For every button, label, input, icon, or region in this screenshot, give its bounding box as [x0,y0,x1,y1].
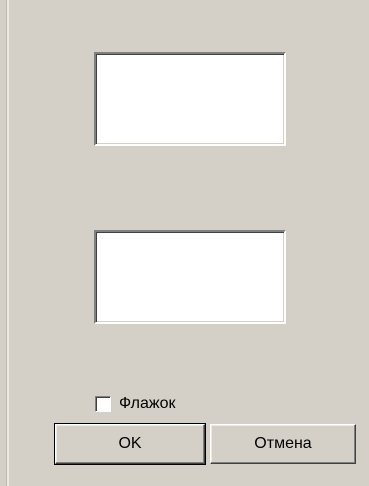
dialog-left-edge [6,0,9,486]
top-empty-panel [94,52,286,146]
flag-checkbox-label: Флажок [119,395,176,412]
cancel-button[interactable]: Отмена [210,424,356,464]
ok-button[interactable]: OK [54,423,206,465]
flag-checkbox[interactable] [95,396,111,412]
bottom-empty-panel [94,230,286,324]
checkbox-row[interactable]: Флажок [95,395,175,413]
dialog-window: Флажок OK Отмена [0,0,369,486]
